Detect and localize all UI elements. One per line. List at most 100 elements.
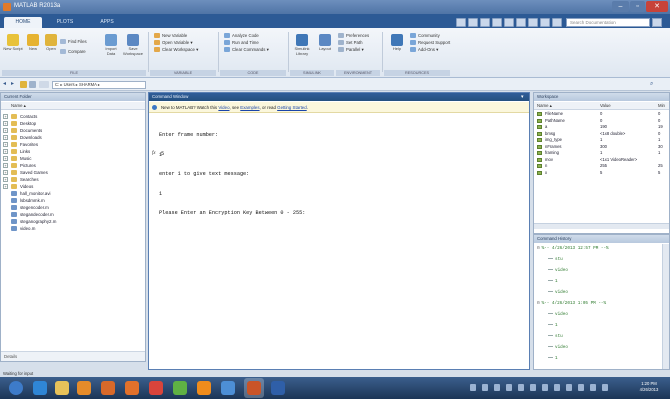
file-list-item[interactable]: steganography2.m bbox=[11, 218, 56, 225]
compare-button[interactable]: Compare bbox=[60, 48, 86, 55]
add-ons-button[interactable]: Add-Ons ▾ bbox=[410, 46, 450, 53]
workspace-row[interactable]: n 255 25 bbox=[534, 163, 669, 169]
file-list-item[interactable]: + Searches bbox=[3, 176, 39, 183]
file-list-item[interactable]: video.m bbox=[11, 225, 35, 232]
file-list-item[interactable]: + Contacts bbox=[3, 113, 37, 120]
taskbar-button[interactable] bbox=[194, 378, 214, 398]
command-input[interactable]: 5 bbox=[161, 151, 164, 157]
collapse-icon[interactable]: ⊟ bbox=[537, 301, 540, 306]
open-button[interactable]: Open bbox=[41, 34, 61, 51]
min-column-header[interactable]: Min bbox=[658, 102, 665, 110]
find-files-button[interactable]: Find Files bbox=[60, 38, 87, 45]
cut-quick-icon[interactable] bbox=[468, 18, 478, 27]
expand-icon[interactable]: + bbox=[3, 135, 8, 140]
maximize-button[interactable]: ▫ bbox=[630, 1, 645, 12]
workspace-row[interactable]: a 190 19 bbox=[534, 124, 669, 130]
history-entry[interactable]: ⊟ %-- 4/26/2013 12:57 PM --% bbox=[537, 245, 609, 253]
run-and-time-button[interactable]: Run and Time bbox=[224, 39, 269, 46]
file-list-item[interactable]: + Videos bbox=[3, 183, 33, 190]
simulink-library-button[interactable]: Simulink Library bbox=[292, 34, 312, 56]
examples-link[interactable]: Examples bbox=[240, 105, 259, 110]
history-entry[interactable]: 1 bbox=[548, 278, 558, 286]
command-window[interactable]: Command Window New to MATLAB? Watch this… bbox=[148, 92, 530, 370]
file-list-item[interactable]: stegencoder.m bbox=[11, 204, 49, 211]
function-prompt-icon[interactable]: fx bbox=[152, 151, 156, 156]
workspace-row[interactable]: framing 1 1 bbox=[534, 150, 669, 156]
search-documentation-input[interactable]: Search Documentation bbox=[566, 18, 650, 27]
file-list-item[interactable]: + Favorites bbox=[3, 141, 38, 148]
open-variable-button[interactable]: Open Variable ▾ bbox=[154, 39, 198, 46]
history-entry[interactable]: 1 bbox=[548, 355, 558, 363]
expand-icon[interactable]: + bbox=[3, 142, 8, 147]
parallel-button[interactable]: Parallel ▾ bbox=[338, 46, 369, 53]
arrow-icon[interactable] bbox=[578, 384, 584, 391]
workspace-row[interactable]: PathName 0 0 bbox=[534, 118, 669, 124]
help-quick-icon[interactable] bbox=[540, 18, 550, 27]
dropdown-quick-icon[interactable] bbox=[552, 18, 562, 27]
request-support-button[interactable]: Request Support bbox=[410, 39, 450, 46]
expand-icon[interactable]: + bbox=[3, 149, 8, 154]
taskbar-button[interactable] bbox=[6, 378, 26, 398]
history-entry[interactable]: video bbox=[548, 311, 568, 319]
name-column-header[interactable]: Name ▴ bbox=[1, 102, 145, 110]
save-quick-icon[interactable] bbox=[456, 18, 466, 27]
undo-quick-icon[interactable] bbox=[504, 18, 514, 27]
workspace-row[interactable]: FileName 0 0 bbox=[534, 111, 669, 117]
history-entry[interactable]: stu bbox=[548, 256, 563, 264]
file-list-item[interactable]: hall_monitor.avi bbox=[11, 190, 51, 197]
battery-icon[interactable] bbox=[506, 384, 512, 391]
taskbar-button[interactable] bbox=[52, 378, 72, 398]
taskbar-clock[interactable]: 1:20 PM 4/26/2013 bbox=[632, 381, 666, 393]
file-list-item[interactable]: + Music bbox=[3, 155, 31, 162]
workspace-row[interactable]: img_type 1 1 bbox=[534, 137, 669, 143]
taskbar-button[interactable] bbox=[218, 378, 238, 398]
show-desktop-icon[interactable] bbox=[602, 384, 608, 391]
preferences-button[interactable]: Preferences bbox=[338, 32, 369, 39]
taskbar-button[interactable] bbox=[122, 378, 142, 398]
tab-home[interactable]: HOME bbox=[4, 17, 42, 28]
clear-workspace-button[interactable]: Clear Workspace ▾ bbox=[154, 46, 198, 53]
history-entry[interactable]: stu bbox=[548, 333, 563, 341]
workspace-row[interactable]: nFrames 300 30 bbox=[534, 144, 669, 150]
update-icon[interactable] bbox=[530, 384, 536, 391]
security-icon[interactable] bbox=[518, 384, 524, 391]
folder-dropdown-icon[interactable] bbox=[39, 81, 49, 88]
analyze-code-button[interactable]: Analyze Code bbox=[224, 32, 269, 39]
history-entry[interactable]: video bbox=[548, 267, 568, 275]
sync-icon[interactable] bbox=[566, 384, 572, 391]
expand-icon[interactable]: + bbox=[3, 184, 8, 189]
set-path-button[interactable]: Set Path bbox=[338, 39, 369, 46]
details-bar[interactable]: Details bbox=[1, 351, 145, 361]
name-column-header[interactable]: Name ▴ bbox=[537, 102, 552, 110]
tab-plots[interactable]: PLOTS bbox=[46, 17, 84, 28]
taskbar-button[interactable] bbox=[146, 378, 166, 398]
keyboard-icon[interactable] bbox=[542, 384, 548, 391]
file-list-item[interactable]: + Saved Games bbox=[3, 169, 48, 176]
workspace-row[interactable]: mov <1x1 VideoReader> bbox=[534, 157, 669, 163]
history-entry[interactable]: video bbox=[548, 344, 568, 352]
clear-commands-button[interactable]: Clear Commands ▾ bbox=[224, 46, 269, 53]
expand-icon[interactable]: + bbox=[3, 170, 8, 175]
browse-folder-icon[interactable] bbox=[29, 81, 36, 88]
help-button[interactable]: Help bbox=[387, 34, 407, 51]
expand-icon[interactable]: + bbox=[3, 163, 8, 168]
value-column-header[interactable]: Value bbox=[600, 102, 611, 110]
expand-icon[interactable]: + bbox=[3, 121, 8, 126]
taskbar-button[interactable] bbox=[98, 378, 118, 398]
save-workspace-button[interactable]: Save Workspace bbox=[123, 34, 143, 56]
taskbar-button[interactable] bbox=[268, 378, 288, 398]
paste-quick-icon[interactable] bbox=[492, 18, 502, 27]
import-data-button[interactable]: Import Data bbox=[101, 34, 121, 56]
copy-quick-icon[interactable] bbox=[480, 18, 490, 27]
file-list-item[interactable]: + Desktop bbox=[3, 120, 36, 127]
switch-windows-icon[interactable] bbox=[528, 18, 538, 27]
history-entry[interactable]: video bbox=[548, 289, 568, 297]
search-icon[interactable] bbox=[652, 18, 662, 27]
file-list-item[interactable]: + Links bbox=[3, 148, 30, 155]
history-entry[interactable]: ⊟ %-- 4/26/2013 1:05 PM --% bbox=[537, 300, 606, 308]
flag-icon[interactable] bbox=[470, 384, 476, 391]
new-button[interactable]: New bbox=[23, 34, 43, 51]
file-list-item[interactable]: + Pictures bbox=[3, 162, 36, 169]
panel-menu-icon[interactable]: ▾ bbox=[521, 94, 527, 100]
close-button[interactable]: ✕ bbox=[646, 1, 668, 12]
